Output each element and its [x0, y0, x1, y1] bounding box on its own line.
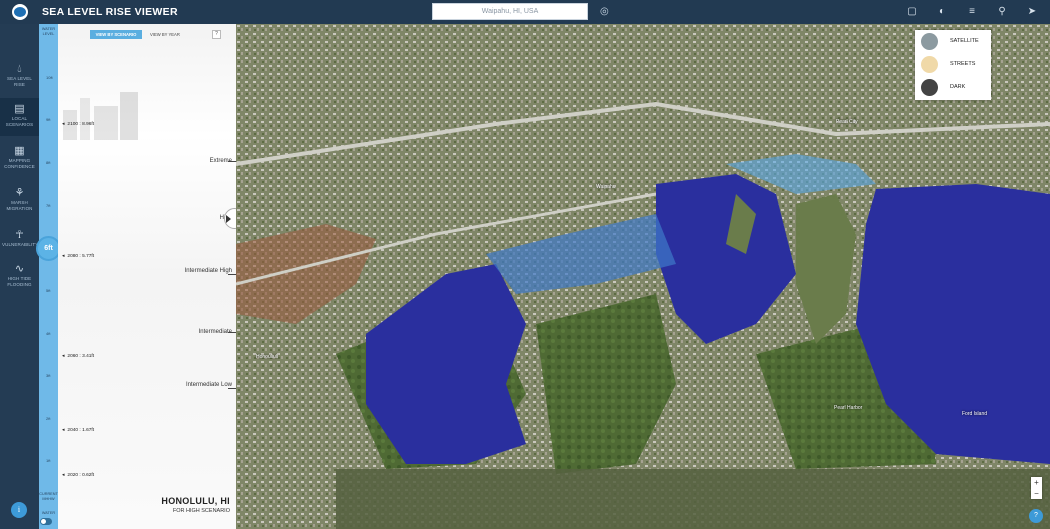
- people-icon: ☥: [15, 229, 24, 241]
- ft-tick: 10ft: [46, 75, 53, 80]
- scenario-subtitle: FOR HIGH SCENARIO: [172, 508, 230, 514]
- wave-icon: ∿: [14, 263, 25, 275]
- ft-tick: 1ft: [46, 458, 51, 463]
- scenario-line: [228, 161, 236, 162]
- skyline-image: [63, 92, 138, 140]
- basemap-icon[interactable]: ▢: [906, 5, 918, 19]
- nav-marsh-migration[interactable]: ⚘ MARSH MIGRATION: [0, 182, 39, 220]
- scenario-line: [228, 388, 236, 389]
- scenario-panel: [58, 24, 236, 529]
- ft-tick: 9ft: [46, 117, 51, 122]
- map-label-pearl-city: Pearl City: [836, 119, 858, 125]
- nav-sea-level-rise[interactable]: 💧︎ SEA LEVEL RISE: [0, 58, 39, 96]
- current-mhhw-label: CURRENT MHHW: [39, 492, 58, 501]
- globe-icon[interactable]: ◎: [600, 6, 609, 18]
- map-label-waipahu: Waipahu: [596, 184, 616, 190]
- left-navigation: 💧︎ SEA LEVEL RISE ▤ LOCAL SCENARIOS ▦ MA…: [0, 24, 39, 529]
- ft-tick: 2ft: [46, 416, 51, 421]
- document-icon: ▤: [14, 103, 25, 115]
- water-toggle-label: WATER: [41, 511, 56, 515]
- nav-high-tide-flooding[interactable]: ∿ HIGH TIDE FLOODING: [0, 258, 39, 296]
- scenario-line: [228, 332, 236, 333]
- nav-vulnerability[interactable]: ☥ VULNERABILITY: [0, 224, 39, 262]
- plant-icon: ⚘: [14, 187, 25, 199]
- zoom-control: + −: [1031, 477, 1042, 499]
- ft-tick: 8ft: [46, 160, 51, 165]
- year-marker-2080: 2080 : 5.77ft: [62, 254, 94, 259]
- basemap-streets[interactable]: STREETS: [919, 55, 989, 75]
- header-toolbar: ▢ ◐ ≡ ⚲ ➤: [906, 5, 1038, 19]
- map-label-honouliuli: Honouliuli: [256, 354, 278, 360]
- map-label-pearl-harbor: Pearl Harbor: [834, 405, 863, 411]
- year-marker-2040: 2040 : 1.67ft: [62, 428, 94, 433]
- ft-tick: 4ft: [46, 331, 51, 336]
- water-toggle[interactable]: [40, 518, 52, 525]
- zoom-in-button[interactable]: +: [1031, 477, 1042, 488]
- scenario-intermediate[interactable]: Intermediate: [199, 329, 232, 336]
- layers-icon[interactable]: ≡: [966, 5, 978, 19]
- dark-thumb-icon: [921, 79, 938, 96]
- ft-tick: 5ft: [46, 288, 51, 293]
- contrast-icon[interactable]: ◐: [936, 5, 948, 19]
- year-marker-2100: 2100 : 8.96ft: [62, 122, 94, 127]
- location-search-input[interactable]: Waipahu, HI, USA: [432, 3, 588, 20]
- nav-mapping-confidence[interactable]: ▦ MAPPING CONFIDENCE: [0, 140, 39, 178]
- basemap-satellite[interactable]: SATELLITE: [919, 32, 989, 52]
- view-by-scenario-button[interactable]: VIEW BY SCENARIO: [90, 30, 142, 39]
- map-icon: ▦: [14, 145, 25, 157]
- water-level-slider[interactable]: [39, 24, 58, 529]
- satellite-thumb-icon: [921, 33, 938, 50]
- streets-thumb-icon: [921, 56, 938, 73]
- map-help-button[interactable]: ?: [1029, 509, 1043, 523]
- app-title: SEA LEVEL RISE VIEWER: [42, 6, 178, 18]
- ft-tick: 7ft: [46, 203, 51, 208]
- scenario-line: [228, 274, 236, 275]
- zoom-out-button[interactable]: −: [1031, 488, 1042, 499]
- view-by-year-button[interactable]: VIEW BY YEAR: [150, 30, 180, 39]
- scenario-intermediate-low[interactable]: Intermediate Low: [172, 382, 232, 389]
- city-title: HONOLULU, HI: [161, 496, 230, 506]
- ft-tick: 3ft: [46, 373, 51, 378]
- year-marker-2060: 2060 : 3.41ft: [62, 354, 94, 359]
- water-drop-icon: 💧︎: [17, 63, 22, 75]
- map-label-ford-island: Ford Island: [962, 411, 988, 417]
- location-icon[interactable]: ⚲: [996, 5, 1008, 19]
- panel-help-button[interactable]: ?: [212, 30, 221, 39]
- scenario-intermediate-high[interactable]: Intermediate High: [172, 268, 232, 275]
- info-button[interactable]: i: [11, 502, 27, 518]
- basemap-dark[interactable]: DARK: [919, 78, 989, 98]
- basemap-switcher: SATELLITE STREETS DARK: [915, 30, 991, 100]
- year-marker-2020: 2020 : 0.62ft: [62, 473, 94, 478]
- share-icon[interactable]: ➤: [1026, 5, 1038, 19]
- nav-local-scenarios[interactable]: ▤ LOCAL SCENARIOS: [0, 98, 39, 136]
- noaa-logo[interactable]: [12, 4, 28, 20]
- water-level-label: WATER LEVEL: [41, 27, 56, 36]
